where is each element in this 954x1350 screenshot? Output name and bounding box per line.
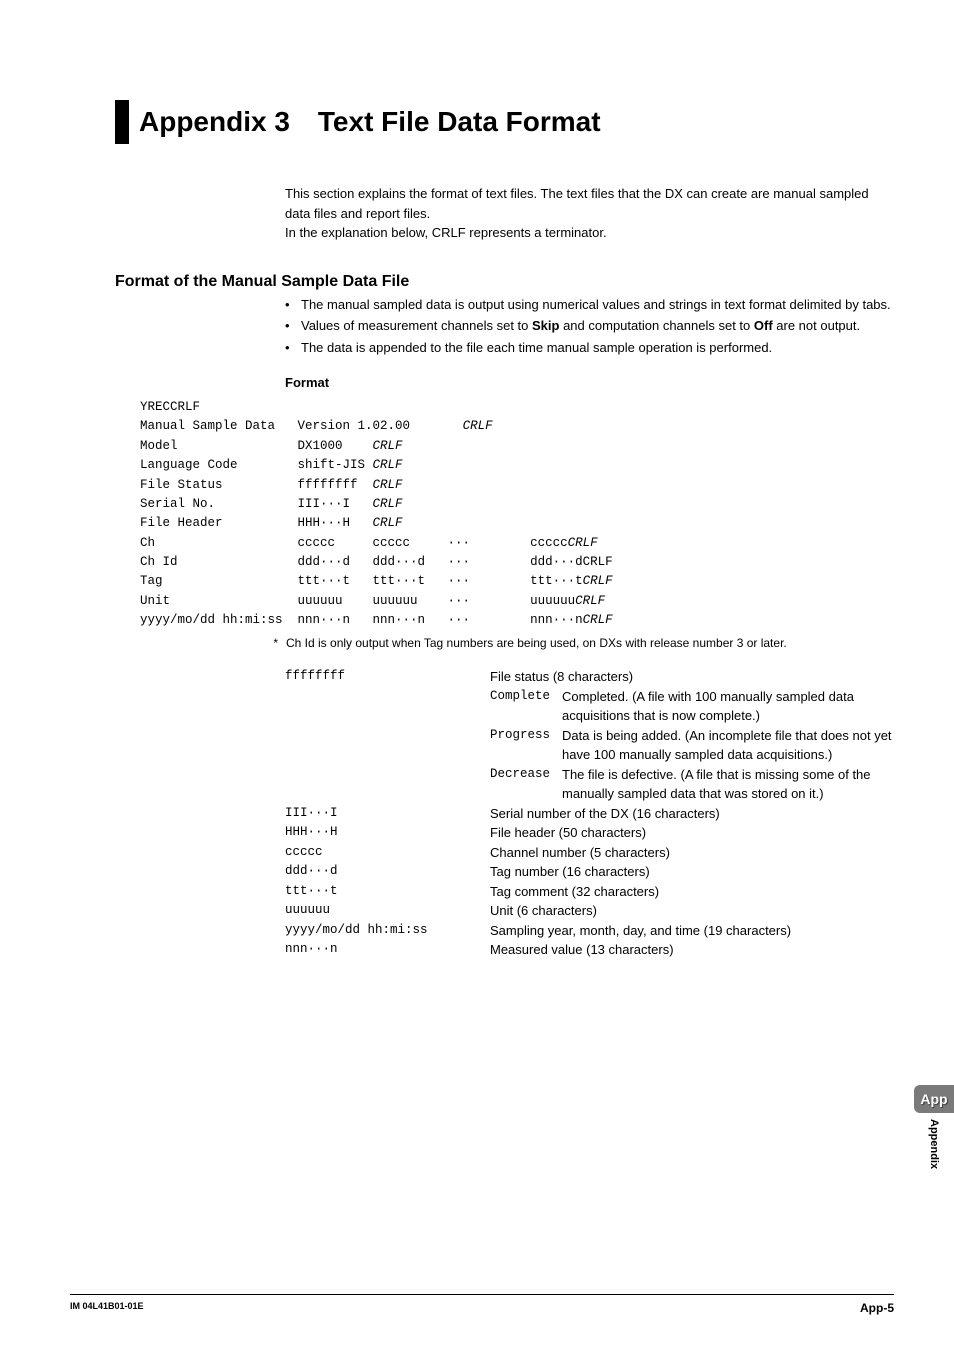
intro-line-1: This section explains the format of text… xyxy=(285,184,894,223)
desc-subrow: DecreaseThe file is defective. (A file t… xyxy=(285,765,894,804)
sub-val: Completed. (A file with 100 manually sam… xyxy=(562,687,894,726)
desc-val: CompleteCompleted. (A file with 100 manu… xyxy=(490,687,894,726)
desc-row: cccccChannel number (5 characters) xyxy=(285,843,894,863)
appendix-title: Appendix 3 Text File Data Format xyxy=(115,100,894,144)
desc-row: yyyy/mo/dd hh:mi:ssSampling year, month,… xyxy=(285,921,894,941)
desc-key: ccccc xyxy=(285,843,490,863)
bullet-item: •The manual sampled data is output using… xyxy=(285,295,894,315)
section-heading: Format of the Manual Sample Data File xyxy=(115,273,894,291)
sub-key: Decrease xyxy=(490,765,562,804)
desc-val: Tag comment (32 characters) xyxy=(490,882,894,902)
intro-paragraph: This section explains the format of text… xyxy=(285,184,894,243)
desc-row: nnn···nMeasured value (13 characters) xyxy=(285,940,894,960)
desc-val: Sampling year, month, day, and time (19 … xyxy=(490,921,894,941)
bullet-text: The manual sampled data is output using … xyxy=(301,295,894,315)
description-table: ffffffffFile status (8 characters)Comple… xyxy=(285,667,894,960)
page-footer: IM 04L41B01-01E App-5 xyxy=(70,1294,894,1315)
desc-key-spacer xyxy=(285,765,490,804)
desc-key-spacer xyxy=(285,687,490,726)
desc-row: ddd···dTag number (16 characters) xyxy=(285,862,894,882)
footer-left: IM 04L41B01-01E xyxy=(70,1301,144,1315)
bullet-text: Values of measurement channels set to Sk… xyxy=(301,316,894,336)
desc-key: ffffffff xyxy=(285,667,490,687)
sub-key: Progress xyxy=(490,726,562,765)
desc-val: Measured value (13 characters) xyxy=(490,940,894,960)
desc-key: HHH···H xyxy=(285,823,490,843)
bullet-mark: • xyxy=(285,295,301,315)
format-block: YRECCRLF Manual Sample Data Version 1.02… xyxy=(140,398,894,631)
title-bar xyxy=(115,100,129,144)
side-tab-app: App xyxy=(914,1085,954,1113)
bullet-mark: • xyxy=(285,338,301,358)
bullet-mark: • xyxy=(285,316,301,336)
desc-row: ffffffffFile status (8 characters) xyxy=(285,667,894,687)
bullet-item: •The data is appended to the file each t… xyxy=(285,338,894,358)
sub-key: Complete xyxy=(490,687,562,726)
sub-val: Data is being added. (An incomplete file… xyxy=(562,726,894,765)
desc-row: uuuuuuUnit (6 characters) xyxy=(285,901,894,921)
desc-subrow: CompleteCompleted. (A file with 100 manu… xyxy=(285,687,894,726)
desc-val: ProgressData is being added. (An incompl… xyxy=(490,726,894,765)
title-text: Appendix 3 Text File Data Format xyxy=(139,100,601,144)
desc-key: uuuuuu xyxy=(285,901,490,921)
desc-subrow: ProgressData is being added. (An incompl… xyxy=(285,726,894,765)
desc-val: Unit (6 characters) xyxy=(490,901,894,921)
bullet-item: •Values of measurement channels set to S… xyxy=(285,316,894,336)
intro-line-2: In the explanation below, CRLF represent… xyxy=(285,223,894,243)
footnote-text: Ch Id is only output when Tag numbers ar… xyxy=(286,635,894,652)
bullet-text: The data is appended to the file each ti… xyxy=(301,338,894,358)
format-subheading: Format xyxy=(285,375,894,390)
desc-row: ttt···tTag comment (32 characters) xyxy=(285,882,894,902)
footnote-mark: * xyxy=(260,635,286,652)
desc-row: III···ISerial number of the DX (16 chara… xyxy=(285,804,894,824)
desc-key: ddd···d xyxy=(285,862,490,882)
desc-key: nnn···n xyxy=(285,940,490,960)
desc-val: Channel number (5 characters) xyxy=(490,843,894,863)
bullet-list: •The manual sampled data is output using… xyxy=(285,295,894,358)
side-tab: App Appendix xyxy=(914,1085,954,1169)
footnote: * Ch Id is only output when Tag numbers … xyxy=(260,635,894,652)
desc-val: DecreaseThe file is defective. (A file t… xyxy=(490,765,894,804)
desc-row: HHH···HFile header (50 characters) xyxy=(285,823,894,843)
desc-key: III···I xyxy=(285,804,490,824)
desc-val: File status (8 characters) xyxy=(490,667,894,687)
footer-right: App-5 xyxy=(860,1301,894,1315)
side-tab-appendix: Appendix xyxy=(914,1113,940,1169)
desc-key: yyyy/mo/dd hh:mi:ss xyxy=(285,921,490,941)
desc-val: Tag number (16 characters) xyxy=(490,862,894,882)
desc-val: Serial number of the DX (16 characters) xyxy=(490,804,894,824)
desc-val: File header (50 characters) xyxy=(490,823,894,843)
desc-key-spacer xyxy=(285,726,490,765)
desc-key: ttt···t xyxy=(285,882,490,902)
sub-val: The file is defective. (A file that is m… xyxy=(562,765,894,804)
